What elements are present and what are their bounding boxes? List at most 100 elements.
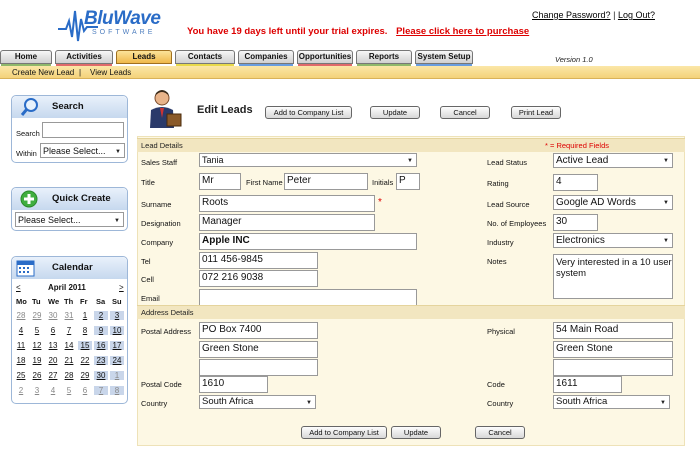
cancel-button-bottom[interactable]: Cancel — [475, 426, 525, 439]
calendar-date[interactable]: 1 — [78, 311, 92, 320]
industry-select[interactable]: Electronics — [553, 233, 673, 248]
cell-input[interactable]: 072 216 9038 — [199, 270, 318, 287]
surname-input[interactable]: Roots — [199, 195, 375, 212]
tab-leads[interactable]: Leads — [116, 50, 172, 64]
create-new-lead-link[interactable]: Create New Lead — [12, 68, 74, 77]
calendar-date[interactable]: 28 — [14, 311, 28, 320]
calendar-date[interactable]: 29 — [30, 311, 44, 320]
calendar-date[interactable]: 26 — [30, 371, 44, 380]
calendar-date[interactable]: 30 — [46, 311, 60, 320]
calendar-date[interactable]: 27 — [46, 371, 60, 380]
postal-address-line1[interactable]: PO Box 7400 — [199, 322, 318, 339]
calendar-date[interactable]: 18 — [14, 356, 28, 365]
calendar-date[interactable]: 9 — [94, 326, 108, 335]
code-input[interactable]: 1611 — [553, 376, 622, 393]
calendar-date[interactable]: 16 — [94, 341, 108, 350]
calendar-date[interactable]: 2 — [14, 386, 28, 395]
tab-system-setup[interactable]: System Setup — [415, 50, 473, 66]
calendar-date[interactable]: 8 — [110, 386, 124, 395]
within-label: Within — [16, 149, 37, 158]
postal-address-line3[interactable] — [199, 359, 318, 376]
lead-source-select[interactable]: Google AD Words — [553, 195, 673, 210]
search-input[interactable] — [42, 122, 124, 138]
calendar-date[interactable]: 24 — [110, 356, 124, 365]
tab-reports[interactable]: Reports — [356, 50, 412, 66]
calendar-date[interactable]: 22 — [78, 356, 92, 365]
email-input[interactable] — [199, 289, 417, 306]
quick-create-select[interactable]: Please Select... — [15, 212, 124, 227]
section-title: Lead Details — [141, 141, 183, 150]
tab-home[interactable]: Home — [0, 50, 52, 66]
country-select[interactable]: South Africa — [199, 395, 316, 409]
calendar-date[interactable]: 19 — [30, 356, 44, 365]
calendar-date[interactable]: 31 — [62, 311, 76, 320]
calendar-date[interactable]: 28 — [62, 371, 76, 380]
tab-contacts[interactable]: Contacts — [175, 50, 235, 66]
calendar-date[interactable]: 21 — [62, 356, 76, 365]
calendar-header: Calendar — [12, 257, 127, 279]
logout-link[interactable]: Log Out? — [618, 10, 655, 20]
physical-address-line3[interactable] — [553, 359, 673, 376]
calendar-date[interactable]: 7 — [94, 386, 108, 395]
update-button[interactable]: Update — [370, 106, 420, 119]
add-to-company-list-button[interactable]: Add to Company List — [265, 106, 352, 119]
calendar-next[interactable]: > — [119, 283, 124, 292]
physical-address-line2[interactable]: Green Stone — [553, 341, 673, 358]
update-button-bottom[interactable]: Update — [391, 426, 441, 439]
sales-staff-select[interactable]: Tania — [199, 153, 417, 167]
add-to-company-list-button-bottom[interactable]: Add to Company List — [301, 426, 387, 439]
title-input[interactable]: Mr — [199, 173, 241, 190]
cancel-button[interactable]: Cancel — [440, 106, 490, 119]
within-select[interactable]: Please Select... — [40, 143, 125, 158]
print-lead-button[interactable]: Print Lead — [511, 106, 561, 119]
calendar-date[interactable]: 14 — [62, 341, 76, 350]
calendar-date[interactable]: 8 — [78, 326, 92, 335]
purchase-link[interactable]: Please click here to purchase — [396, 26, 529, 37]
calendar-date[interactable]: 23 — [94, 356, 108, 365]
calendar-date[interactable]: 13 — [46, 341, 60, 350]
calendar-date[interactable]: 20 — [46, 356, 60, 365]
calendar-date[interactable]: 5 — [62, 386, 76, 395]
postal-address-line2[interactable]: Green Stone — [199, 341, 318, 358]
rating-input[interactable]: 4 — [553, 174, 598, 191]
calendar-date[interactable]: 6 — [78, 386, 92, 395]
calendar-date[interactable]: 11 — [14, 341, 28, 350]
calendar-date[interactable]: 29 — [78, 371, 92, 380]
calendar-date[interactable]: 3 — [30, 386, 44, 395]
required-note: * = Required Fields — [545, 141, 609, 150]
calendar-date[interactable]: 17 — [110, 341, 124, 350]
first-name-input[interactable]: Peter — [284, 173, 368, 190]
calendar-month: April 2011 — [48, 283, 86, 292]
employees-input[interactable]: 30 — [553, 214, 598, 231]
tab-companies[interactable]: Companies — [238, 50, 294, 66]
calendar-date[interactable]: 12 — [30, 341, 44, 350]
view-leads-link[interactable]: View Leads — [90, 68, 131, 77]
change-password-link[interactable]: Change Password? — [532, 10, 611, 20]
designation-input[interactable]: Manager — [199, 214, 375, 231]
calendar-date[interactable]: 2 — [94, 311, 108, 320]
postal-code-input[interactable]: 1610 — [199, 376, 268, 393]
tab-activities[interactable]: Activities — [55, 50, 113, 66]
calendar-date[interactable]: 5 — [30, 326, 44, 335]
initials-input[interactable]: P — [396, 173, 420, 190]
calendar-date[interactable]: 25 — [14, 371, 28, 380]
version-label: Version 1.0 — [555, 55, 593, 64]
calendar-date[interactable]: 10 — [110, 326, 124, 335]
calendar-date[interactable]: 3 — [110, 311, 124, 320]
calendar-prev[interactable]: < — [16, 283, 21, 292]
notes-textarea[interactable]: Very interested in a 10 user system — [553, 254, 673, 299]
calendar-date[interactable]: 15 — [78, 341, 92, 350]
company-input[interactable]: Apple INC — [199, 233, 417, 250]
notes-label: Notes — [487, 257, 507, 266]
calendar-date[interactable]: 30 — [94, 371, 108, 380]
calendar-date[interactable]: 7 — [62, 326, 76, 335]
lead-status-select[interactable]: Active Lead — [553, 153, 673, 168]
calendar-date[interactable]: 4 — [46, 386, 60, 395]
tab-opportunities[interactable]: Opportunities — [297, 50, 353, 66]
tel-input[interactable]: 011 456-9845 — [199, 252, 318, 269]
calendar-date[interactable]: 1 — [110, 371, 124, 380]
calendar-date[interactable]: 4 — [14, 326, 28, 335]
country2-select[interactable]: South Africa — [553, 395, 670, 409]
calendar-date[interactable]: 6 — [46, 326, 60, 335]
physical-address-line1[interactable]: 54 Main Road — [553, 322, 673, 339]
